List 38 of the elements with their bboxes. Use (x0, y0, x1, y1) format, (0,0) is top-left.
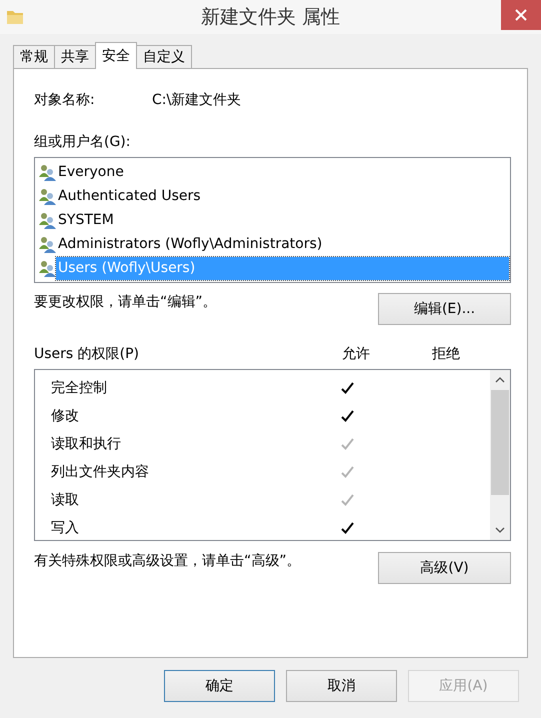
tab[interactable]: 常规 (13, 45, 55, 68)
permission-name: 读取 (51, 491, 80, 509)
group-item[interactable]: SYSTEM (56, 208, 116, 232)
dialog-button[interactable]: 取消 (286, 670, 397, 702)
dialog-button[interactable]: 确定 (164, 670, 275, 702)
tab[interactable]: 自定义 (136, 45, 192, 68)
users-icon (39, 212, 56, 228)
permissions-label: Users 的权限(P) (34, 345, 140, 363)
close-icon (515, 9, 527, 21)
scrollbar[interactable] (490, 370, 510, 540)
window-title: 新建文件夹 属性 (200, 5, 342, 30)
scroll-down-icon[interactable] (495, 527, 505, 533)
edit-button[interactable]: 编辑(E)... (378, 293, 511, 325)
object-name-value: C:\新建文件夹 (152, 91, 242, 109)
permission-name: 完全控制 (51, 379, 108, 397)
permission-name: 读取和执行 (51, 435, 122, 453)
scroll-up-icon[interactable] (495, 377, 505, 383)
advanced-hint: 有关特殊权限或高级设置，请单击“高级”。 (34, 552, 301, 570)
permission-name: 修改 (51, 407, 80, 425)
deny-header: 拒绝 (432, 345, 460, 363)
groups-label: 组或用户名(G): (34, 133, 130, 151)
scroll-thumb[interactable] (491, 390, 509, 495)
users-icon (39, 164, 56, 180)
group-item[interactable]: Everyone (56, 160, 126, 184)
edit-hint: 要更改权限，请单击“编辑”。 (34, 293, 217, 311)
advanced-button[interactable]: 高级(V) (378, 552, 511, 584)
users-icon (39, 236, 56, 252)
close-button[interactable] (501, 0, 541, 30)
users-icon (39, 188, 56, 204)
group-item[interactable]: Authenticated Users (56, 184, 203, 208)
users-icon (39, 260, 56, 276)
allow-header: 允许 (342, 345, 371, 363)
object-name-label: 对象名称: (34, 91, 96, 109)
group-item[interactable]: Administrators (Wofly\Administrators) (56, 232, 324, 256)
permission-name: 列出文件夹内容 (51, 463, 150, 481)
folder-icon (6, 8, 24, 26)
permission-name: 写入 (51, 519, 80, 537)
tab[interactable]: 安全 (95, 42, 137, 69)
